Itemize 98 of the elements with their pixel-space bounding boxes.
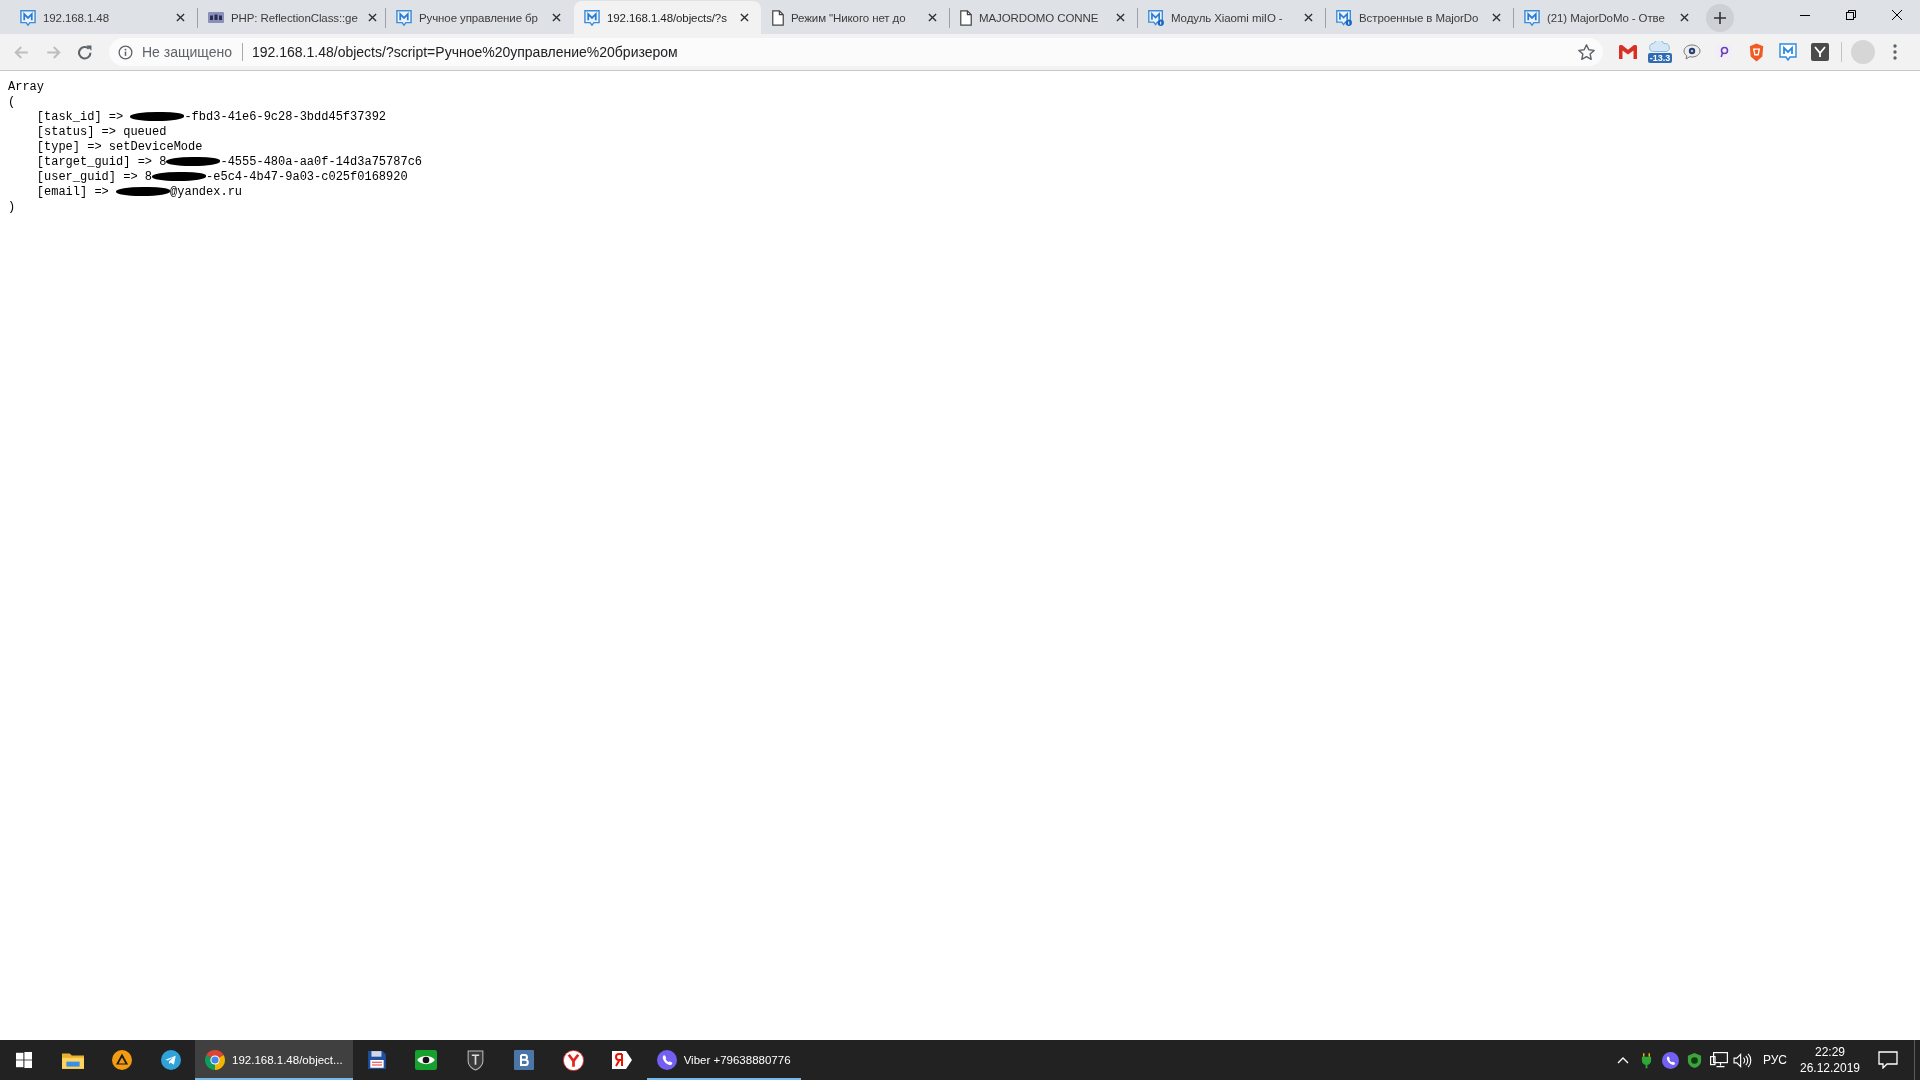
browser-tab[interactable]: Ручное управление бр [386, 1, 573, 34]
array-value: queued [123, 125, 167, 139]
array-key: [user_guid] [36, 170, 116, 184]
plug-icon[interactable] [1641, 1051, 1653, 1069]
close-icon [551, 13, 561, 22]
m-logo-icon [1148, 9, 1164, 26]
array-key: [task_id] [36, 110, 102, 124]
arrow-operator: => [108, 110, 124, 124]
redaction-mark [116, 187, 171, 196]
taskbar-button[interactable]: Viber +79638880776 [646, 1040, 801, 1080]
browser-tab[interactable]: MAJORDOMO CONNE [950, 1, 1137, 34]
folder-icon [61, 1051, 84, 1069]
arrow-operator: => [137, 155, 153, 169]
phone-bubble-icon[interactable] [1662, 1051, 1680, 1069]
m-envelope-icon[interactable] [1619, 45, 1637, 59]
m-logo-icon [1524, 9, 1540, 26]
clock-time[interactable]: 22:29 [1815, 1044, 1845, 1060]
close-icon [1491, 13, 1501, 22]
speech-bubble-icon[interactable] [1683, 44, 1701, 60]
page-icon [772, 9, 784, 26]
array-key: [target_guid] [36, 155, 131, 169]
close-icon [1303, 13, 1313, 22]
open-paren: ( [8, 95, 16, 109]
array-value: @yandex.ru [170, 185, 243, 199]
tile-icon [208, 12, 224, 23]
security-chip[interactable]: Не защищено [117, 44, 234, 60]
temperature-badge: -13.3 [1647, 53, 1673, 63]
back-arrow-icon [13, 45, 29, 59]
shield-icon [466, 1049, 484, 1071]
reload-icon [78, 44, 92, 60]
plus-icon [1714, 12, 1726, 24]
browser-tab[interactable]: PHP: ReflectionClass::ge [198, 1, 385, 34]
speaker-icon[interactable] [1733, 1052, 1753, 1068]
arrow-operator: => [94, 185, 109, 199]
array-key: [status] [36, 125, 95, 139]
array-value: 8 [144, 170, 153, 184]
y-tile-icon[interactable] [1811, 43, 1829, 61]
array-value: -e5c4-4b47-9a03-c025f0168920 [206, 170, 408, 184]
url-field[interactable]: 192.168.1.48/objects/?script=Ручное%20управление%20бризером [252, 44, 678, 60]
close-icon [1679, 13, 1689, 22]
triangle-disc-icon [111, 1050, 132, 1070]
m-logo-icon [20, 9, 36, 26]
array-value: -fbd3-41e6-9c28-3bdd45f37392 [184, 110, 387, 124]
menu-icon[interactable] [1893, 44, 1897, 60]
m-logo-icon [396, 9, 412, 26]
shield-icon[interactable] [1686, 1051, 1704, 1069]
m-logo-icon [1336, 9, 1352, 26]
close-icon [739, 13, 749, 22]
phone-bubble-icon [656, 1050, 677, 1070]
chevron-up-icon[interactable] [1616, 1056, 1629, 1064]
shield-icon[interactable] [1748, 42, 1764, 62]
close-icon [1115, 13, 1125, 22]
y-logo-icon [562, 1049, 584, 1071]
close-icon [927, 13, 937, 22]
minimize-icon [1800, 14, 1810, 16]
notification-icon[interactable] [1878, 1051, 1898, 1069]
redaction-mark [130, 112, 185, 121]
redaction-mark [166, 157, 221, 166]
paper-plane-icon [160, 1050, 181, 1070]
eye-icon [415, 1050, 438, 1070]
array-key: [email] [36, 185, 88, 199]
forward-arrow-icon [45, 45, 61, 59]
close-icon [1892, 10, 1902, 20]
array-value: 8 [159, 155, 167, 169]
language-indicator[interactable]: РУС [1754, 1053, 1794, 1067]
info-icon [118, 44, 133, 60]
address-bar[interactable]: Не защищено 192.168.1.48/objects/?script=Ручное%20управление%20бризером [109, 38, 1603, 66]
browser-tab[interactable]: Модуль Xiaomi miIO - [1138, 1, 1325, 34]
bookmark-star-icon[interactable] [1578, 44, 1595, 60]
m-tile-icon[interactable] [1779, 43, 1797, 61]
array-key: [type] [36, 140, 80, 154]
browser-tab[interactable]: Режим "Никого нет до [762, 1, 949, 34]
page-icon [960, 9, 972, 26]
browser-tab[interactable]: (21) MajorDoMo - Отве [1514, 1, 1701, 34]
array-value: setDeviceMode [108, 140, 203, 154]
browser-tab[interactable]: 192.168.1.48 [10, 1, 197, 34]
browser-logo-icon [205, 1050, 225, 1070]
arrow-operator: => [123, 170, 138, 184]
close-paren: ) [8, 200, 16, 214]
b-tile-icon [514, 1050, 535, 1070]
array-label: Array [8, 80, 44, 94]
arrow-operator: => [101, 125, 116, 139]
taskbar-button[interactable]: 192.168.1.48/object... [195, 1040, 353, 1080]
array-value: -4555-480a-aa0f-14d3a75787c6 [220, 155, 423, 169]
magnifier-icon[interactable] [1716, 44, 1732, 60]
restore-icon [1846, 10, 1856, 20]
windows-logo-icon [16, 1052, 32, 1068]
ya-tag-icon [611, 1050, 634, 1070]
browser-tab[interactable]: 192.168.1.48/objects/?s [574, 1, 761, 34]
redaction-mark [152, 172, 207, 181]
m-logo-icon [584, 9, 600, 26]
arrow-operator: => [87, 140, 102, 154]
clock-date[interactable]: 26.12.2019 [1799, 1060, 1861, 1076]
browser-tab[interactable]: Встроенные в MajorDo [1326, 1, 1513, 34]
close-icon [175, 13, 185, 22]
new-tab-button[interactable] [1706, 4, 1734, 32]
close-icon [368, 13, 378, 22]
network-icon[interactable] [1709, 1052, 1728, 1068]
